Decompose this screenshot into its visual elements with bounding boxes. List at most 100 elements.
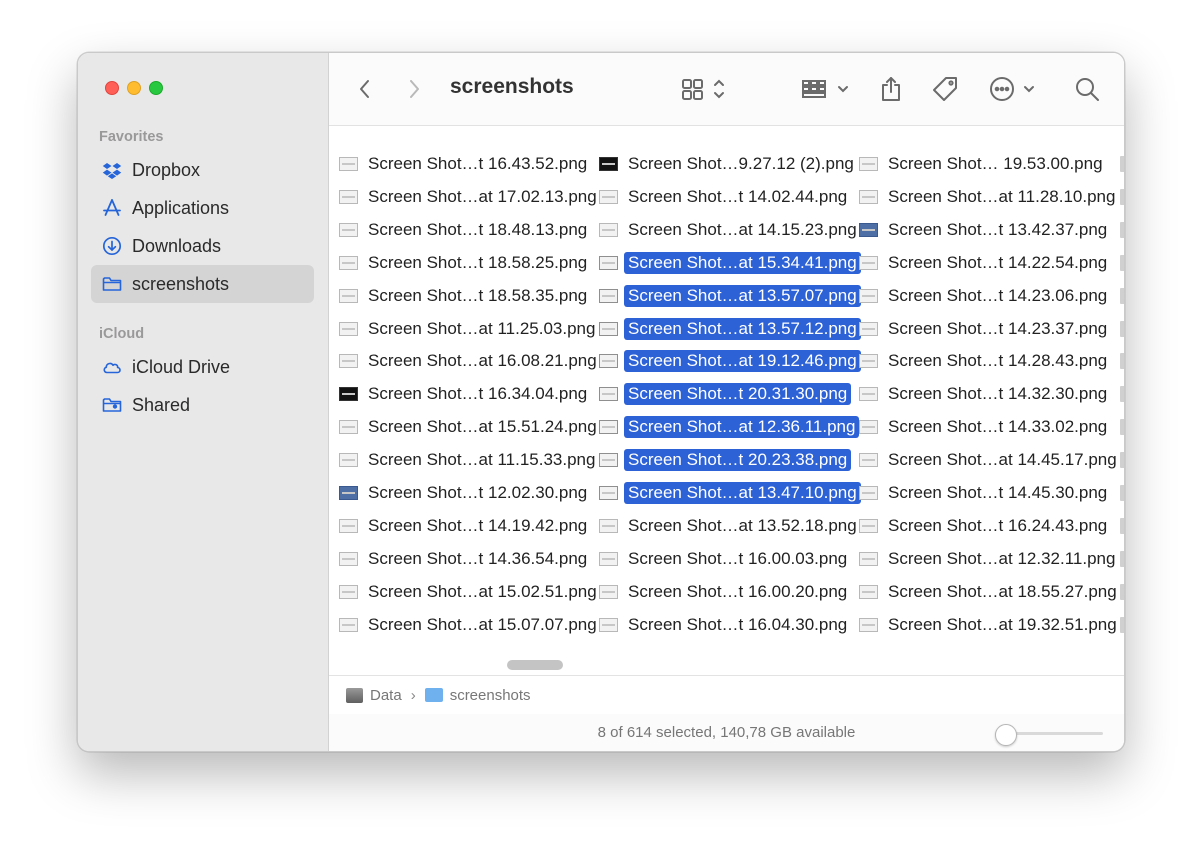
file-thumbnail-icon: [859, 157, 878, 171]
file-item[interactable]: Screen Shot…at 18.55.27.png: [859, 581, 1121, 603]
sidebar-item-shared[interactable]: Shared: [91, 386, 314, 424]
file-item[interactable]: Screen Shot…at 13.52.18.png: [599, 515, 861, 537]
file-item[interactable]: Screen Shot…t 18.48.13.png: [339, 219, 591, 241]
path-root[interactable]: Data: [370, 687, 402, 704]
file-thumbnail-icon[interactable]: [1120, 583, 1124, 600]
file-thumbnail-icon[interactable]: [1120, 517, 1124, 534]
file-thumbnail-icon[interactable]: [1120, 287, 1124, 304]
file-item[interactable]: Screen Shot…at 11.25.03.png: [339, 318, 599, 340]
file-item[interactable]: Screen Shot…t 14.02.44.png: [599, 186, 851, 208]
file-thumbnail-icon: [599, 157, 618, 171]
file-item[interactable]: Screen Shot…at 13.47.10.png: [599, 482, 861, 504]
tag-button[interactable]: [931, 73, 959, 105]
file-thumbnail-icon: [339, 255, 358, 270]
file-item[interactable]: Screen Shot…at 14.15.23.png: [599, 219, 861, 241]
file-item[interactable]: Screen Shot…t 20.23.38.png: [599, 449, 852, 472]
horizontal-scrollbar[interactable]: [507, 660, 563, 670]
file-item[interactable]: Screen Shot…t 14.32.30.png: [859, 383, 1111, 405]
action-menu-button[interactable]: [989, 73, 1039, 105]
sidebar-item-downloads[interactable]: Downloads: [91, 227, 314, 265]
group-button[interactable]: [801, 73, 853, 105]
file-thumbnail-icon[interactable]: [1120, 419, 1124, 436]
sidebar-item-icloud-drive[interactable]: iCloud Drive: [91, 348, 314, 386]
file-name: Screen Shot…at 13.47.10.png: [624, 482, 861, 504]
file-thumbnail-icon: [859, 387, 878, 402]
file-item[interactable]: Screen Shot…t 18.58.25.png: [339, 252, 591, 274]
file-item[interactable]: Screen Shot…t 14.23.37.png: [859, 318, 1111, 340]
file-thumbnail-icon[interactable]: [1120, 616, 1124, 633]
file-item[interactable]: Screen Shot…at 15.51.24.png: [339, 416, 601, 438]
slider-knob[interactable]: [995, 724, 1017, 746]
file-thumbnail-icon[interactable]: [1120, 156, 1124, 172]
sidebar-item-dropbox[interactable]: Dropbox: [91, 151, 314, 189]
file-thumbnail-icon[interactable]: [1120, 320, 1124, 337]
file-item[interactable]: Screen Shot…t 14.19.42.png: [339, 515, 591, 537]
close-button[interactable]: [105, 81, 119, 95]
file-item[interactable]: Screen Shot…t 20.31.30.png: [599, 383, 852, 406]
path-folder[interactable]: screenshots: [450, 687, 531, 704]
file-item[interactable]: Screen Shot…at 19.32.51.png: [859, 614, 1121, 636]
file-item[interactable]: Screen Shot…t 14.23.06.png: [859, 285, 1111, 307]
file-thumbnail-icon[interactable]: [1120, 221, 1124, 238]
file-item[interactable]: Screen Shot…at 13.57.07.png: [599, 284, 861, 307]
window-controls: [105, 81, 163, 95]
file-item[interactable]: Screen Shot…t 14.36.54.png: [339, 548, 591, 570]
file-item[interactable]: Screen Shot…t 16.04.30.png: [599, 614, 851, 636]
search-button[interactable]: [1073, 73, 1101, 105]
file-name: Screen Shot…t 14.33.02.png: [888, 417, 1108, 437]
file-name: Screen Shot…t 12.02.30.png: [368, 483, 588, 502]
file-item[interactable]: Screen Shot…t 16.00.03.png: [599, 548, 851, 570]
file-thumbnail-icon: [859, 255, 878, 270]
file-name: Screen Shot…t 18.58.35.png: [368, 285, 588, 305]
file-thumbnail-icon[interactable]: [1120, 452, 1124, 469]
file-item[interactable]: Screen Shot… 19.53.00.png: [859, 153, 1107, 175]
file-item[interactable]: Screen Shot…at 17.02.13.png: [339, 186, 601, 208]
minimize-button[interactable]: [127, 81, 141, 95]
back-button[interactable]: [355, 73, 375, 105]
file-thumbnail-icon[interactable]: [1120, 353, 1124, 370]
file-thumbnail-icon[interactable]: [1120, 550, 1124, 567]
file-item[interactable]: Screen Shot…t 14.45.30.png: [859, 482, 1111, 504]
file-thumbnail-icon: [859, 486, 878, 500]
file-item[interactable]: Screen Shot…9.27.12 (2).png: [599, 153, 858, 175]
file-item[interactable]: Screen Shot…at 15.07.07.png: [339, 614, 601, 636]
file-item[interactable]: Screen Shot…t 16.24.43.png: [859, 515, 1111, 537]
file-thumbnail-icon[interactable]: [1120, 188, 1124, 205]
file-thumbnail-icon[interactable]: [1120, 485, 1124, 501]
file-item[interactable]: Screen Shot…at 13.57.12.png: [599, 317, 861, 340]
file-item[interactable]: Screen Shot…t 16.43.52.png: [339, 153, 591, 175]
file-thumbnail-icon[interactable]: [1120, 254, 1124, 271]
sidebar-item-applications[interactable]: Applications: [91, 189, 314, 227]
file-thumbnail-icon: [339, 584, 358, 599]
forward-button[interactable]: [404, 73, 424, 105]
dropbox-icon: [101, 159, 123, 181]
file-item[interactable]: Screen Shot…t 16.34.04.png: [339, 383, 591, 405]
file-thumbnail-icon: [339, 321, 358, 336]
file-item[interactable]: Screen Shot…t 18.58.35.png: [339, 285, 591, 307]
file-thumbnail-icon[interactable]: [1120, 386, 1124, 403]
file-item[interactable]: Screen Shot…at 15.34.41.png: [599, 251, 861, 274]
file-item[interactable]: Screen Shot…t 13.42.37.png: [859, 219, 1111, 241]
file-item[interactable]: Screen Shot…at 19.12.46.png: [599, 350, 861, 373]
file-item[interactable]: Screen Shot…t 14.33.02.png: [859, 416, 1111, 438]
file-item[interactable]: Screen Shot…t 12.02.30.png: [339, 482, 591, 504]
sidebar-item-screenshots[interactable]: screenshots: [91, 265, 314, 303]
file-item[interactable]: Screen Shot…at 16.08.21.png: [339, 350, 601, 372]
file-item[interactable]: Screen Shot…at 14.45.17.png: [859, 449, 1121, 471]
file-item[interactable]: Screen Shot…at 12.36.11.png: [599, 416, 860, 439]
file-item[interactable]: Screen Shot…at 11.15.33.png: [339, 449, 599, 471]
file-name: Screen Shot… 19.53.00.png: [888, 154, 1103, 173]
file-item[interactable]: Screen Shot…at 12.32.11.png: [859, 548, 1119, 570]
view-mode-button[interactable]: [681, 73, 727, 105]
file-item[interactable]: Screen Shot…at 11.28.10.png: [859, 186, 1119, 208]
zoom-button[interactable]: [149, 81, 163, 95]
file-item[interactable]: Screen Shot…at 15.02.51.png: [339, 581, 601, 603]
file-item[interactable]: Screen Shot…t 14.22.54.png: [859, 252, 1111, 274]
sidebar-item-label: iCloud Drive: [132, 356, 231, 377]
icon-size-slider[interactable]: [995, 724, 1103, 746]
file-grid[interactable]: Screen Shot…t 16.43.52.png Screen Shot…at…: [329, 151, 1124, 651]
file-item[interactable]: Screen Shot…t 14.28.43.png: [859, 350, 1111, 372]
share-button[interactable]: [879, 73, 903, 105]
file-item[interactable]: Screen Shot…t 16.00.20.png: [599, 581, 851, 603]
path-bar: Data › screenshots: [329, 675, 1124, 715]
